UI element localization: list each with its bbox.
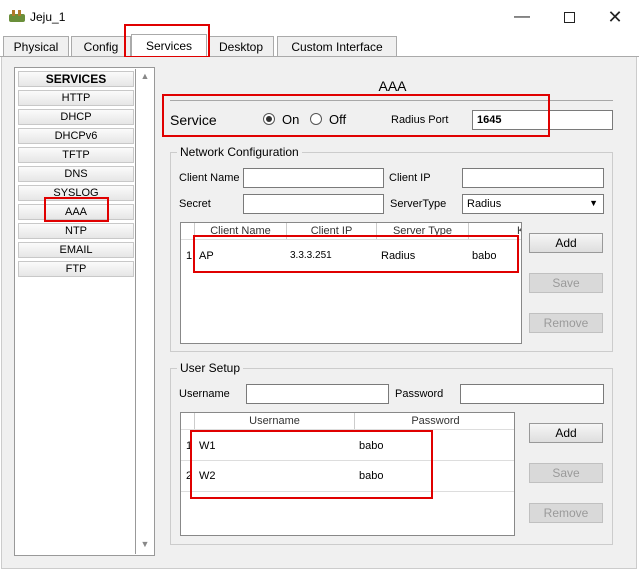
secret-input[interactable] bbox=[243, 194, 384, 214]
user-setup-title: User Setup bbox=[177, 361, 244, 375]
add-client-button[interactable]: Add bbox=[529, 233, 603, 253]
client-name-label: Client Name bbox=[179, 172, 240, 184]
password-input[interactable] bbox=[460, 384, 604, 404]
client-name-input[interactable] bbox=[243, 168, 384, 188]
services-list: SERVICES HTTP DHCP DHCPv6 TFTP DNS SYSLO… bbox=[16, 69, 136, 554]
sidebar-item-dhcp[interactable]: DHCP bbox=[18, 109, 134, 125]
table-row-highlight bbox=[193, 235, 519, 273]
tab-custom-interface[interactable]: Custom Interface bbox=[277, 36, 397, 56]
sidebar-item-dns[interactable]: DNS bbox=[18, 166, 134, 182]
scroll-up-icon[interactable]: ▲ bbox=[139, 71, 151, 83]
secret-label: Secret bbox=[179, 198, 211, 210]
add-user-button[interactable]: Add bbox=[529, 423, 603, 443]
page-title: AAA bbox=[378, 78, 407, 94]
service-row-highlight bbox=[162, 94, 550, 137]
window-title: Jeju_1 bbox=[30, 10, 66, 24]
sidebar-item-ntp[interactable]: NTP bbox=[18, 223, 134, 239]
scroll-down-icon[interactable]: ▼ bbox=[139, 539, 151, 551]
minimize-icon: — bbox=[514, 8, 530, 25]
minimize-button[interactable]: — bbox=[499, 2, 545, 32]
sidebar-item-dhcpv6[interactable]: DHCPv6 bbox=[18, 128, 134, 144]
remove-user-button[interactable]: Remove bbox=[529, 503, 603, 523]
remove-client-button[interactable]: Remove bbox=[529, 313, 603, 333]
table-corner bbox=[181, 413, 195, 429]
router-app-icon bbox=[9, 10, 25, 22]
aaa-item-highlight bbox=[44, 197, 109, 222]
col-password[interactable]: Password bbox=[355, 413, 514, 429]
server-type-value: Radius bbox=[467, 198, 502, 210]
save-client-button[interactable]: Save bbox=[529, 273, 603, 293]
tab-desktop[interactable]: Desktop bbox=[208, 36, 274, 56]
username-label: Username bbox=[179, 388, 230, 400]
tab-config[interactable]: Config bbox=[71, 36, 131, 56]
maximize-button[interactable] bbox=[546, 2, 592, 32]
sidebar-item-tftp[interactable]: TFTP bbox=[18, 147, 134, 163]
server-type-label: ServerType bbox=[390, 198, 447, 210]
server-type-select[interactable]: Radius ▼ bbox=[462, 194, 604, 214]
sidebar-item-http[interactable]: HTTP bbox=[18, 90, 134, 106]
client-ip-label: Client IP bbox=[389, 172, 431, 184]
client-ip-input[interactable] bbox=[462, 168, 604, 188]
tab-physical[interactable]: Physical bbox=[3, 36, 69, 56]
sidebar-item-ftp[interactable]: FTP bbox=[18, 261, 134, 277]
username-input[interactable] bbox=[246, 384, 389, 404]
user-rows-highlight bbox=[190, 430, 433, 499]
close-icon: ✕ bbox=[607, 6, 623, 27]
maximize-icon bbox=[563, 11, 575, 23]
sidebar-scrollbar[interactable]: ▲ ▼ bbox=[137, 69, 153, 554]
close-button[interactable]: ✕ bbox=[592, 2, 638, 32]
services-header: SERVICES bbox=[18, 71, 134, 87]
row-number: 1 bbox=[186, 250, 193, 262]
password-label: Password bbox=[395, 388, 444, 400]
save-user-button[interactable]: Save bbox=[529, 463, 603, 483]
sidebar-item-email[interactable]: EMAIL bbox=[18, 242, 134, 258]
services-tab-highlight bbox=[124, 24, 210, 58]
col-username[interactable]: Username bbox=[195, 413, 355, 429]
network-config-title: Network Configuration bbox=[177, 145, 302, 159]
chevron-down-icon: ▼ bbox=[589, 198, 598, 208]
